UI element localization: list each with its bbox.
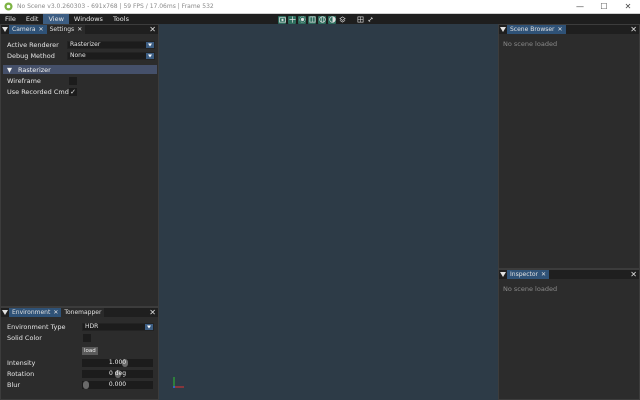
active-renderer-label: Active Renderer (7, 41, 59, 49)
debug-method-value: None (70, 52, 86, 59)
chevron-down-icon (146, 42, 154, 48)
tab-menu-icon[interactable] (499, 25, 507, 34)
maximize-button[interactable]: ☐ (592, 0, 616, 14)
intensity-label: Intensity (7, 359, 36, 367)
table-icon[interactable] (356, 16, 364, 24)
camera-panel: Camera ✕ Settings ✕ ✕ Active Renderer Rast… (0, 24, 159, 307)
menu-tools[interactable]: Tools (108, 14, 134, 24)
check-icon: ✓ (70, 88, 76, 96)
active-renderer-value: Rasterizer (70, 41, 101, 48)
solid-color-swatch[interactable] (83, 334, 91, 342)
tab-environment[interactable]: Environment ✕ (9, 308, 62, 317)
panel-close-button[interactable]: ✕ (630, 25, 637, 34)
close-icon[interactable]: ✕ (77, 26, 82, 33)
scene-browser-empty-text: No scene loaded (503, 40, 558, 48)
rasterizer-section-header[interactable]: ▼ Rasterizer (3, 65, 157, 74)
close-icon[interactable]: ✕ (558, 26, 563, 33)
tab-menu-icon[interactable] (499, 270, 507, 279)
tab-settings[interactable]: Settings ✕ (46, 25, 86, 34)
environment-panel: Environment ✕ Tonemapper ✕ Environment Ty… (0, 307, 159, 400)
contrast-icon[interactable] (328, 15, 336, 24)
camera-tabbar: Camera ✕ Settings ✕ ✕ (1, 25, 158, 34)
environment-type-value: HDR (85, 323, 99, 330)
rotation-label: Rotation (7, 370, 35, 378)
tab-scene-browser[interactable]: Scene Browser ✕ (507, 25, 566, 34)
inspector-tabbar: Inspector ✕ ✕ (499, 270, 639, 279)
minimize-button[interactable]: — (568, 0, 592, 14)
3d-viewport[interactable] (159, 24, 498, 400)
wireframe-label: Wireframe (7, 77, 41, 85)
tab-tonemapper-label: Tonemapper (64, 309, 102, 316)
globe-icon[interactable] (318, 15, 326, 24)
blur-slider[interactable]: 0.000 (82, 381, 153, 389)
tab-tonemapper[interactable]: Tonemapper (61, 308, 105, 317)
menu-edit[interactable]: Edit (21, 14, 44, 24)
close-icon[interactable]: ✕ (39, 26, 44, 33)
blur-value: 0.000 (108, 381, 127, 388)
tab-inspector[interactable]: Inspector ✕ (507, 270, 550, 279)
debug-method-combo[interactable]: None (67, 52, 155, 60)
axis-gizmo-icon (173, 377, 184, 388)
use-recorded-cmd-label: Use Recorded Cmd (7, 88, 69, 96)
close-window-button[interactable]: ✕ (616, 0, 640, 14)
debug-method-label: Debug Method (7, 52, 55, 60)
environment-tabbar: Environment ✕ Tonemapper ✕ (1, 308, 158, 317)
blur-label: Blur (7, 381, 21, 389)
move-icon[interactable] (288, 15, 296, 24)
wireframe-checkbox[interactable] (69, 77, 77, 85)
layers-icon[interactable] (338, 16, 346, 24)
tab-menu-icon[interactable] (1, 308, 9, 317)
panel-close-button[interactable]: ✕ (149, 25, 156, 34)
window-titlebar: No Scene v3.0.260303 - 691x768 | 59 FPS … (0, 0, 640, 14)
camera-icon[interactable] (278, 15, 286, 24)
app-logo-icon (4, 2, 13, 11)
tab-camera[interactable]: Camera ✕ (9, 25, 47, 34)
inspector-panel: Inspector ✕ ✕ No scene loaded (498, 269, 640, 400)
tab-settings-label: Settings (49, 26, 75, 33)
inspector-empty-text: No scene loaded (503, 285, 558, 293)
rotation-value: 0 deg (108, 370, 127, 377)
panel-close-button[interactable]: ✕ (630, 270, 637, 279)
scene-browser-panel: Scene Browser ✕ ✕ No scene loaded (498, 24, 640, 269)
scene-browser-tabbar: Scene Browser ✕ ✕ (499, 25, 639, 34)
tab-scene-browser-label: Scene Browser (510, 26, 555, 33)
grid-icon[interactable] (308, 15, 316, 24)
close-icon[interactable]: ✕ (541, 271, 546, 278)
menu-view[interactable]: View (43, 14, 69, 24)
tab-inspector-label: Inspector (510, 271, 538, 278)
menu-file[interactable]: File (0, 14, 21, 24)
load-button[interactable]: load (82, 347, 98, 355)
rasterizer-section-title: Rasterizer (18, 65, 51, 74)
intensity-slider[interactable]: 1.000 (82, 359, 153, 367)
rotation-slider[interactable]: 0 deg (82, 370, 153, 378)
close-icon[interactable]: ✕ (53, 309, 58, 316)
environment-type-label: Environment Type (7, 323, 66, 331)
menu-windows[interactable]: Windows (69, 14, 108, 24)
use-recorded-cmd-checkbox[interactable]: ✓ (69, 88, 77, 96)
tab-camera-label: Camera (12, 26, 36, 33)
tab-menu-icon[interactable] (1, 25, 9, 34)
viewport-toolbar (278, 15, 374, 24)
sun-icon[interactable] (298, 15, 306, 24)
chevron-down-icon (145, 324, 153, 330)
link-icon[interactable] (366, 16, 374, 24)
active-renderer-combo[interactable]: Rasterizer (67, 41, 155, 49)
slider-grab[interactable] (83, 381, 89, 389)
intensity-value: 1.000 (108, 359, 127, 366)
window-title: No Scene v3.0.260303 - 691x768 | 59 FPS … (17, 3, 214, 10)
tab-environment-label: Environment (12, 309, 51, 316)
chevron-down-icon (146, 53, 154, 59)
collapse-arrow-icon: ▼ (7, 65, 12, 74)
environment-type-combo[interactable]: HDR (82, 323, 154, 331)
panel-close-button[interactable]: ✕ (149, 308, 156, 317)
solid-color-label: Solid Color (7, 334, 42, 342)
